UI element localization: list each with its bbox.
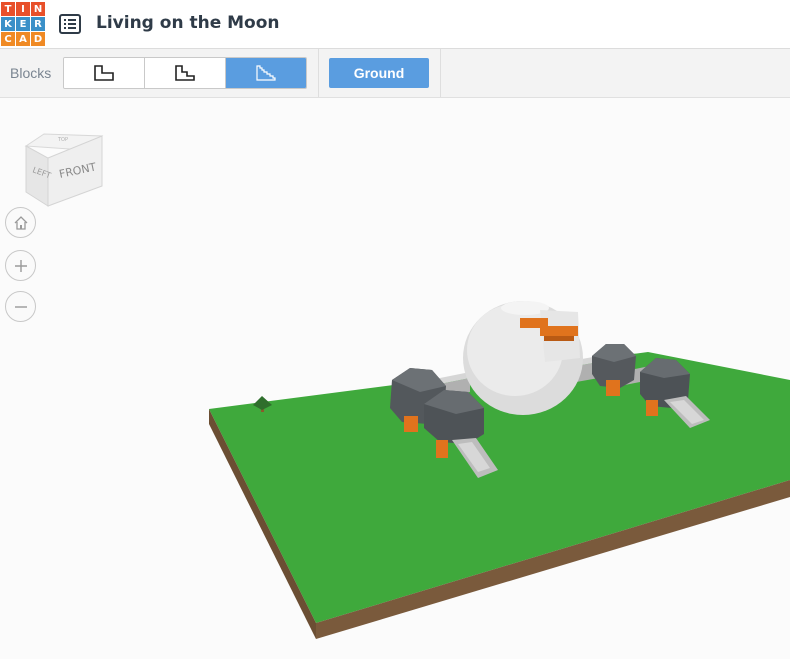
small-step-block-button[interactable] bbox=[145, 58, 226, 88]
logo-letter: A bbox=[16, 32, 30, 46]
logo-letter: T bbox=[1, 2, 15, 16]
tinkercad-logo[interactable]: TIN KER CAD bbox=[1, 2, 46, 47]
fine-step-block-button[interactable] bbox=[226, 58, 306, 88]
right-pod-front bbox=[640, 358, 710, 428]
large-step-block-button[interactable] bbox=[64, 58, 145, 88]
design-title[interactable]: Living on the Moon bbox=[96, 13, 280, 33]
blocks-label: Blocks bbox=[10, 65, 52, 81]
app-header: TIN KER CAD Living on the Moon bbox=[0, 0, 790, 49]
small-tree bbox=[253, 396, 272, 412]
zoom-out-button[interactable] bbox=[5, 291, 36, 322]
fine-step-block-icon bbox=[256, 65, 276, 81]
home-icon bbox=[14, 215, 27, 230]
logo-letter: E bbox=[16, 17, 30, 31]
logo-letter: K bbox=[1, 17, 15, 31]
right-pod-back bbox=[592, 344, 636, 396]
3d-viewport[interactable] bbox=[0, 0, 790, 659]
block-size-selector bbox=[63, 57, 307, 89]
central-dome bbox=[463, 301, 583, 415]
left-pod-back bbox=[390, 368, 446, 432]
small-step-block-icon bbox=[175, 65, 195, 81]
ground-plate-front bbox=[316, 480, 790, 639]
list-icon[interactable] bbox=[57, 11, 83, 37]
logo-letter: D bbox=[31, 32, 45, 46]
ground-plate-top bbox=[209, 352, 790, 623]
connector-tubes bbox=[430, 354, 650, 400]
view-cube[interactable]: LEFT FRONT TOP bbox=[24, 128, 104, 210]
toolbar-divider bbox=[318, 49, 319, 97]
zoom-in-button[interactable] bbox=[5, 250, 36, 281]
logo-letter: C bbox=[1, 32, 15, 46]
large-step-block-icon bbox=[94, 65, 114, 81]
zoom-out-icon bbox=[14, 305, 27, 308]
cube-top-label: TOP bbox=[57, 137, 68, 143]
home-view-button[interactable] bbox=[5, 207, 36, 238]
logo-letter: R bbox=[31, 17, 45, 31]
logo-letter: I bbox=[16, 2, 30, 16]
toolbar-divider bbox=[440, 49, 441, 97]
ground-button[interactable]: Ground bbox=[329, 58, 429, 88]
zoom-in-icon bbox=[14, 259, 27, 272]
logo-letter: N bbox=[31, 2, 45, 16]
ground-plate-side bbox=[209, 409, 316, 639]
left-pod-front bbox=[424, 390, 498, 478]
